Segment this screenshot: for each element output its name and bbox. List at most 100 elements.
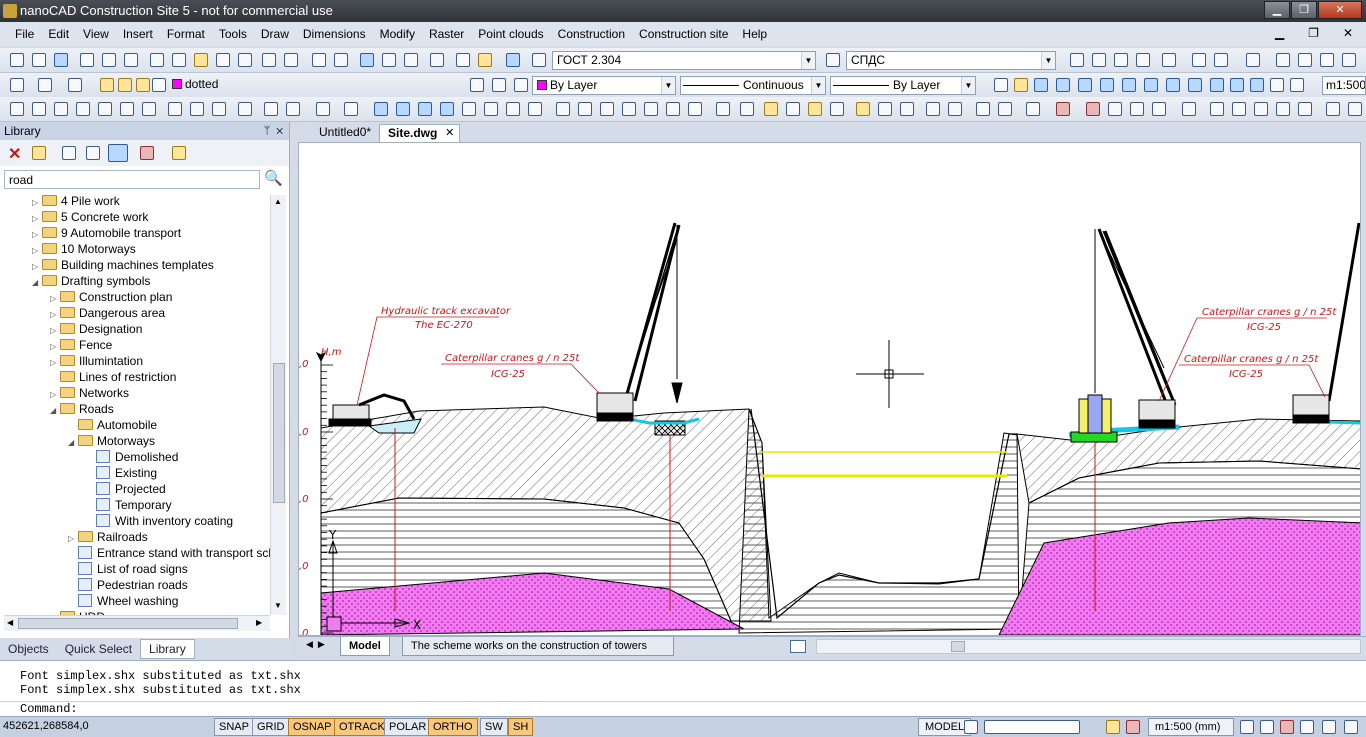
- menu-file[interactable]: File: [8, 27, 41, 41]
- tree-item[interactable]: ◢ Motorways: [68, 433, 155, 449]
- match-properties-icon[interactable]: [238, 53, 252, 67]
- viewport-icon[interactable]: [964, 720, 978, 734]
- snap-apparent-icon[interactable]: [786, 102, 800, 116]
- scroll-thumb[interactable]: [273, 363, 285, 503]
- profile-icon[interactable]: [1152, 102, 1166, 116]
- line-icon[interactable]: [32, 102, 46, 116]
- menu-edit[interactable]: Edit: [41, 27, 76, 41]
- tree-item[interactable]: ▷ Railroads: [68, 529, 148, 545]
- snap-toggle[interactable]: SNAP: [214, 718, 254, 736]
- undo-icon[interactable]: [262, 53, 276, 67]
- redo-icon[interactable]: [284, 53, 298, 67]
- save-icon[interactable]: [54, 53, 68, 67]
- text-icon[interactable]: [1166, 78, 1180, 92]
- snap-endpoint-icon[interactable]: [716, 102, 730, 116]
- open-folder-icon[interactable]: [32, 146, 46, 160]
- distance-icon[interactable]: [456, 53, 470, 67]
- dim-style-icon[interactable]: [826, 53, 840, 67]
- dim-diameter-icon[interactable]: [1144, 78, 1158, 92]
- spline-icon[interactable]: [190, 102, 204, 116]
- mline-icon[interactable]: [440, 102, 454, 116]
- new-icon[interactable]: [10, 53, 24, 67]
- tree-item[interactable]: Projected: [86, 481, 166, 497]
- tree-item[interactable]: ◢ Drafting symbols: [32, 273, 150, 289]
- zoom-previous-icon[interactable]: [382, 53, 396, 67]
- menu-construction-site[interactable]: Construction site: [632, 27, 735, 41]
- snap-quadrant-icon[interactable]: [856, 102, 870, 116]
- library-vertical-scrollbar[interactable]: ▲ ▼: [270, 195, 286, 615]
- cut-icon[interactable]: [150, 53, 164, 67]
- dim-radius-icon[interactable]: [1122, 78, 1136, 92]
- polyline-icon[interactable]: [54, 102, 68, 116]
- layer-filter-icon[interactable]: [68, 78, 82, 92]
- leader-icon[interactable]: [1092, 53, 1106, 67]
- arc-draw-icon[interactable]: [120, 102, 134, 116]
- osnap-toggle[interactable]: OSNAP: [288, 718, 337, 736]
- sw-toggle[interactable]: SW: [480, 718, 508, 736]
- section-icon[interactable]: [1130, 102, 1144, 116]
- close-button[interactable]: ✕: [1318, 1, 1362, 19]
- insert-block-icon[interactable]: [238, 102, 252, 116]
- maximize-button[interactable]: ❐: [1291, 1, 1317, 19]
- tree-item[interactable]: Entrance stand with transport sche: [68, 545, 270, 561]
- block-icon[interactable]: [1034, 78, 1048, 92]
- cloud-icon[interactable]: [168, 102, 182, 116]
- layer-settings-icon[interactable]: [38, 78, 52, 92]
- close-tab-icon[interactable]: ✕: [445, 125, 454, 142]
- snap-insert-icon[interactable]: [948, 102, 962, 116]
- polygon-icon[interactable]: [76, 102, 90, 116]
- dim-style-select[interactable]: СПДС ▼: [846, 51, 1056, 70]
- hatch-icon[interactable]: [1210, 78, 1224, 92]
- paste-block-icon[interactable]: [216, 53, 230, 67]
- measure-icon[interactable]: [478, 53, 492, 67]
- select-icon[interactable]: [10, 102, 24, 116]
- text-style-select[interactable]: ГОСТ 2.304 ▼: [552, 51, 816, 70]
- snap-none-icon[interactable]: [1026, 102, 1040, 116]
- snap-center-icon[interactable]: [830, 102, 844, 116]
- tree-item[interactable]: ▷ 10 Motorways: [32, 241, 136, 257]
- zoom-extents-status-icon[interactable]: [1300, 720, 1314, 734]
- menu-view[interactable]: View: [76, 27, 116, 41]
- grid-tool-icon[interactable]: [1290, 78, 1304, 92]
- open-icon[interactable]: [32, 53, 46, 67]
- eraser-tool-icon[interactable]: [1298, 102, 1312, 116]
- viewports-icon[interactable]: [430, 53, 444, 67]
- wave-icon[interactable]: [1254, 102, 1268, 116]
- menu-dimensions[interactable]: Dimensions: [296, 27, 373, 41]
- layout-tab-scheme[interactable]: The scheme works on the construction of …: [402, 637, 674, 656]
- fence-tool-icon[interactable]: [1086, 102, 1100, 116]
- text-style-icon[interactable]: [532, 53, 546, 67]
- linetype-select[interactable]: Continuous ▼: [680, 76, 826, 95]
- baseline-icon[interactable]: [1114, 53, 1128, 67]
- otrack-toggle[interactable]: OTRACK: [334, 718, 390, 736]
- break-tool-icon[interactable]: [1348, 102, 1362, 116]
- pan-icon[interactable]: [312, 53, 326, 67]
- stack-icon[interactable]: [1342, 53, 1356, 67]
- library-properties-icon[interactable]: [62, 146, 76, 160]
- crane-tool-icon[interactable]: [1182, 102, 1196, 116]
- pencil-status-icon[interactable]: [1240, 720, 1254, 734]
- tree-item[interactable]: Existing: [86, 465, 157, 481]
- calculator-icon[interactable]: [1246, 53, 1260, 67]
- leader-arrow-icon[interactable]: [1230, 78, 1244, 92]
- layer-select[interactable]: dotted: [168, 76, 464, 95]
- wipeout-icon[interactable]: [374, 102, 388, 116]
- layout-icon[interactable]: [1276, 53, 1290, 67]
- layout-nav-icons[interactable]: ◀ ▶: [306, 639, 325, 650]
- eraser-icon[interactable]: [1162, 53, 1176, 67]
- frame-icon[interactable]: [1270, 78, 1284, 92]
- tab-quick-select[interactable]: Quick Select: [57, 642, 140, 656]
- expand-toggle-icon[interactable]: ◢: [50, 403, 60, 419]
- tree-item[interactable]: ▷ Illumintation: [50, 353, 143, 369]
- snap-tangent-icon[interactable]: [878, 102, 892, 116]
- snap-intersection-icon[interactable]: [764, 102, 778, 116]
- command-input[interactable]: Command:: [0, 701, 1366, 717]
- menu-modify[interactable]: Modify: [373, 27, 422, 41]
- axis-icon[interactable]: [1136, 53, 1150, 67]
- layout-split-icon[interactable]: [790, 640, 806, 653]
- spellcheck-icon[interactable]: [644, 102, 658, 116]
- tree-item[interactable]: With inventory coating: [86, 513, 233, 529]
- text-single-icon[interactable]: [556, 102, 570, 116]
- snap-extension-icon[interactable]: [808, 102, 822, 116]
- doc-minimize-icon[interactable]: ▁: [1268, 26, 1291, 40]
